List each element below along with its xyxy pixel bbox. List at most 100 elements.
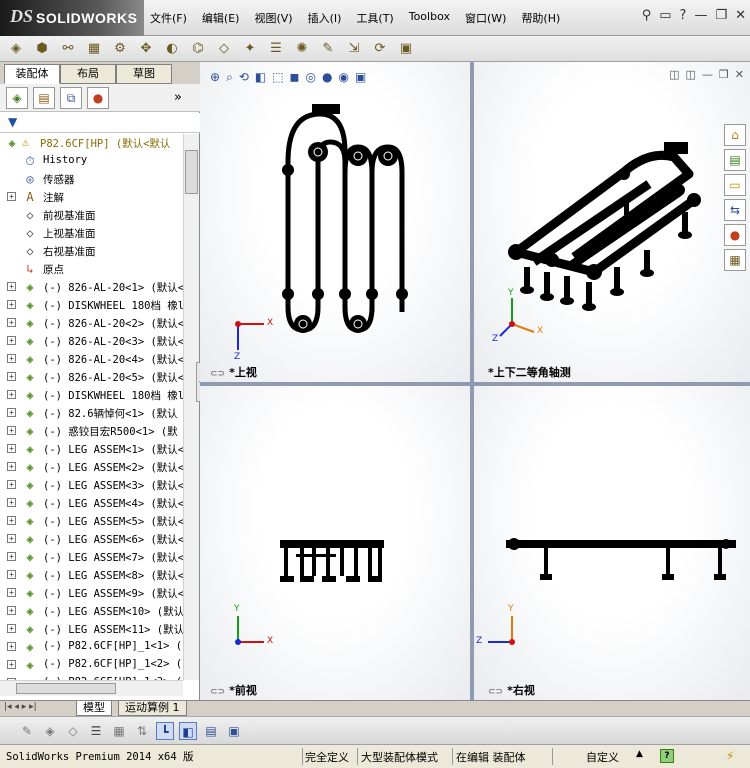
tree-item-component[interactable]: + ◈ (-) LEG ASSEM<7> (默认< [0, 548, 183, 566]
expand-toggle[interactable]: + [7, 570, 16, 579]
expand-toggle[interactable]: + [7, 372, 16, 381]
sketch-icon[interactable]: ✎ [18, 722, 36, 740]
tree-item-component[interactable]: + ◈ (-) LEG ASSEM<9> (默认< [0, 584, 183, 602]
units-dropdown-icon[interactable]: ▲ [636, 749, 643, 759]
new-motion-study-icon[interactable]: ✦ [240, 40, 260, 58]
move-component-icon[interactable]: ✥ [136, 40, 156, 58]
expand-toggle[interactable]: + [7, 498, 16, 507]
tree-item-component[interactable]: + ◈ (-) P82.6CF[HP]_1<1> ( [0, 638, 183, 656]
tree-item-component[interactable]: + ◈ (-) LEG ASSEM<2> (默认< [0, 458, 183, 476]
grid-icon[interactable]: ▦ [110, 722, 128, 740]
tab-assembly[interactable]: 装配体 [4, 64, 60, 84]
tab-scroll-arrows-icon[interactable]: |◂ ◂ ▸ ▸| [4, 702, 37, 712]
reference-geometry-icon[interactable]: ◇ [214, 40, 234, 58]
tree-item-component[interactable]: + ◈ (-) LEG ASSEM<3> (默认< [0, 476, 183, 494]
tree-filter[interactable]: ▼ [0, 113, 200, 133]
expand-toggle[interactable]: + [7, 426, 16, 435]
expand-toggle[interactable]: + [7, 300, 16, 309]
menu-help[interactable]: 帮助(H) [521, 10, 560, 26]
minimize-button[interactable]: — [694, 8, 707, 23]
help-dropdown-icon[interactable]: ? [680, 8, 687, 23]
graphics-area[interactable]: ⊕ ⌕ ⟲ ◧ ⬚ ◼ ◎ ● ◉ ▣ X Z ⊂⊃ *上视 ◫ ◫ — ❐ ✕… [200, 62, 750, 700]
link-views-icon[interactable]: ⊂⊃ [488, 687, 503, 697]
tree-horizontal-scrollbar[interactable] [0, 680, 183, 696]
tree-item-component[interactable]: + ◈ (-) LEG ASSEM<5> (默认< [0, 512, 183, 530]
solidworks-resources-icon[interactable]: ⌂ [724, 124, 746, 146]
tab-sketch[interactable]: 草图 [116, 64, 172, 84]
viewport-splitter-horizontal[interactable] [200, 382, 750, 386]
expand-toggle[interactable]: + [7, 660, 16, 669]
menu-window[interactable]: 窗口(W) [465, 10, 506, 26]
expand-panel-icon[interactable]: » [174, 90, 182, 105]
scroll-thumb[interactable] [16, 683, 116, 694]
tree-item-component[interactable]: + ◈ (-) 826-AL-20<2> (默认< [0, 314, 183, 332]
scroll-thumb[interactable] [185, 150, 198, 194]
tree-item-component[interactable]: + ◈ (-) 826-AL-20<1> (默认< [0, 278, 183, 296]
viewport-right[interactable]: Y Z ⊂⊃ *右视 [474, 386, 750, 700]
layout-icon[interactable]: ┗ [156, 721, 174, 740]
help-icon[interactable]: ? [660, 749, 674, 763]
new-document-icon[interactable]: ▭ [659, 8, 671, 23]
show-hidden-icon[interactable]: ◐ [162, 40, 182, 58]
appearances-icon[interactable]: ● [724, 224, 746, 246]
viewport-splitter-vertical[interactable] [470, 62, 474, 700]
tab-motion-study-1[interactable]: 运动算例 1 [118, 701, 187, 716]
tree-item-feature[interactable]: ◎ 传感器 [0, 170, 183, 188]
tree-item-component[interactable]: + ◈ (-) 惑铰目宏R500<1> (默 [0, 422, 183, 440]
feature-manager-icon[interactable]: ◈ [6, 86, 28, 109]
custom-properties-icon[interactable]: ▦ [724, 249, 746, 271]
expand-toggle[interactable]: + [7, 354, 16, 363]
design-library-icon[interactable]: ▤ [724, 149, 746, 171]
sort-icon[interactable]: ⇅ [133, 722, 151, 740]
tree-root-assembly[interactable]: ◈ ⚠ P82.6CF[HP] (默认<默认 [0, 134, 183, 152]
expand-toggle[interactable]: + [7, 336, 16, 345]
list-icon[interactable]: ☰ [87, 722, 105, 740]
expand-toggle[interactable]: + [7, 408, 16, 417]
tree-item-feature[interactable]: ↳ 原点 [0, 260, 183, 278]
3d-sketch-icon[interactable]: ◈ [41, 722, 59, 740]
expand-toggle[interactable]: + [7, 552, 16, 561]
viewport-front[interactable]: Y X ⊂⊃ *前视 [200, 386, 470, 700]
expand-toggle[interactable]: + [7, 642, 16, 651]
tree-item-component[interactable]: + ◈ (-) 826-AL-20<5> (默认< [0, 368, 183, 386]
view-palette-icon[interactable]: ⇆ [724, 199, 746, 221]
rebuild-icon[interactable]: ⚡ [726, 749, 734, 763]
expand-toggle[interactable]: + [7, 282, 16, 291]
tree-item-component[interactable]: + ◈ (-) LEG ASSEM<10> (默认 [0, 602, 183, 620]
expand-toggle[interactable]: + [7, 192, 16, 201]
tree-item-component[interactable]: + ◈ (-) LEG ASSEM<6> (默认< [0, 530, 183, 548]
smart-fasteners-icon[interactable]: ⚙ [110, 40, 130, 58]
update-speedpak-icon[interactable]: ⟳ [370, 40, 390, 58]
tab-model[interactable]: 模型 [76, 701, 112, 716]
menu-file[interactable]: 文件(F) [150, 10, 187, 26]
expand-toggle[interactable]: + [7, 480, 16, 489]
tree-item-component[interactable]: + ◈ (-) 82.6辆悼何<1> (默认 [0, 404, 183, 422]
display-manager-icon[interactable]: ● [87, 86, 109, 109]
expand-toggle[interactable]: + [7, 444, 16, 453]
exploded-view-icon[interactable]: ✺ [292, 40, 312, 58]
status-custom-units[interactable]: 自定义 [586, 749, 619, 765]
edit-component-icon[interactable]: ◈ [6, 40, 26, 58]
table-icon[interactable]: ▤ [202, 722, 220, 740]
tree-item-feature[interactable]: ◇ 右视基准面 [0, 242, 183, 260]
expand-toggle[interactable]: + [7, 534, 16, 543]
tree-item-component[interactable]: + ◈ (-) 826-AL-20<4> (默认< [0, 350, 183, 368]
snapshot-icon[interactable]: ▣ [396, 40, 416, 58]
tree-item-component[interactable]: + ◈ (-) 826-AL-20<3> (默认< [0, 332, 183, 350]
menu-insert[interactable]: 插入(I) [308, 10, 342, 26]
viewport-isometric[interactable]: ◫ ◫ — ❐ ✕ Y X Z *上下二等角轴测 [474, 62, 750, 382]
file-explorer-icon[interactable]: ▭ [724, 174, 746, 196]
cube-view-icon[interactable]: ◧ [179, 721, 197, 740]
link-views-icon[interactable]: ⊂⊃ [210, 369, 225, 379]
smart-dimension-icon[interactable]: ◇ [64, 722, 82, 740]
menu-tools[interactable]: 工具(T) [356, 10, 393, 26]
restore-button[interactable]: ❐ [715, 8, 727, 23]
tree-item-feature[interactable]: ◇ 前视基准面 [0, 206, 183, 224]
expand-toggle[interactable]: + [7, 516, 16, 525]
tree-item-feature[interactable]: ◇ 上视基准面 [0, 224, 183, 242]
tab-layout[interactable]: 布局 [60, 64, 116, 84]
expand-toggle[interactable]: + [7, 318, 16, 327]
link-views-icon[interactable]: ⊂⊃ [210, 687, 225, 697]
mate-icon[interactable]: ⚯ [58, 40, 78, 58]
insert-component-icon[interactable]: ⬢ [32, 40, 52, 58]
